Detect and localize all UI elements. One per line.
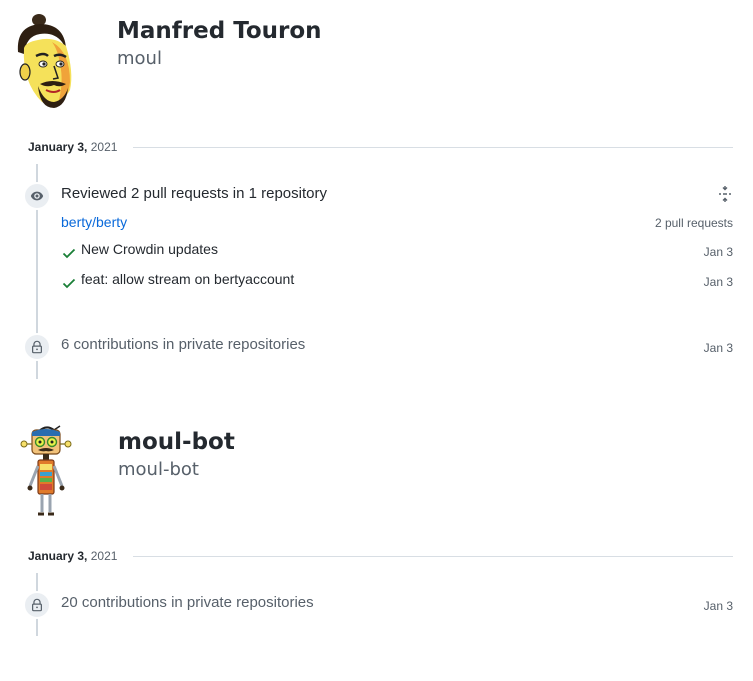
divider <box>133 556 733 557</box>
private-contributions-text: 20 contributions in private repositories <box>61 594 314 611</box>
profile-login: moul-bot <box>118 459 199 480</box>
profile-name: moul-bot <box>118 429 235 455</box>
private-badge <box>23 591 51 619</box>
date-heading: January 3, 2021 <box>28 548 733 564</box>
private-contributions-date: Jan 3 <box>703 599 733 613</box>
lock-icon <box>32 598 42 612</box>
date-month-day: January 3, <box>28 549 88 563</box>
user-section-moul-bot: moul-bot moul-bot January 3, 2021 20 con… <box>0 0 753 681</box>
date-year: 2021 <box>90 549 118 563</box>
avatar[interactable] <box>16 424 76 519</box>
